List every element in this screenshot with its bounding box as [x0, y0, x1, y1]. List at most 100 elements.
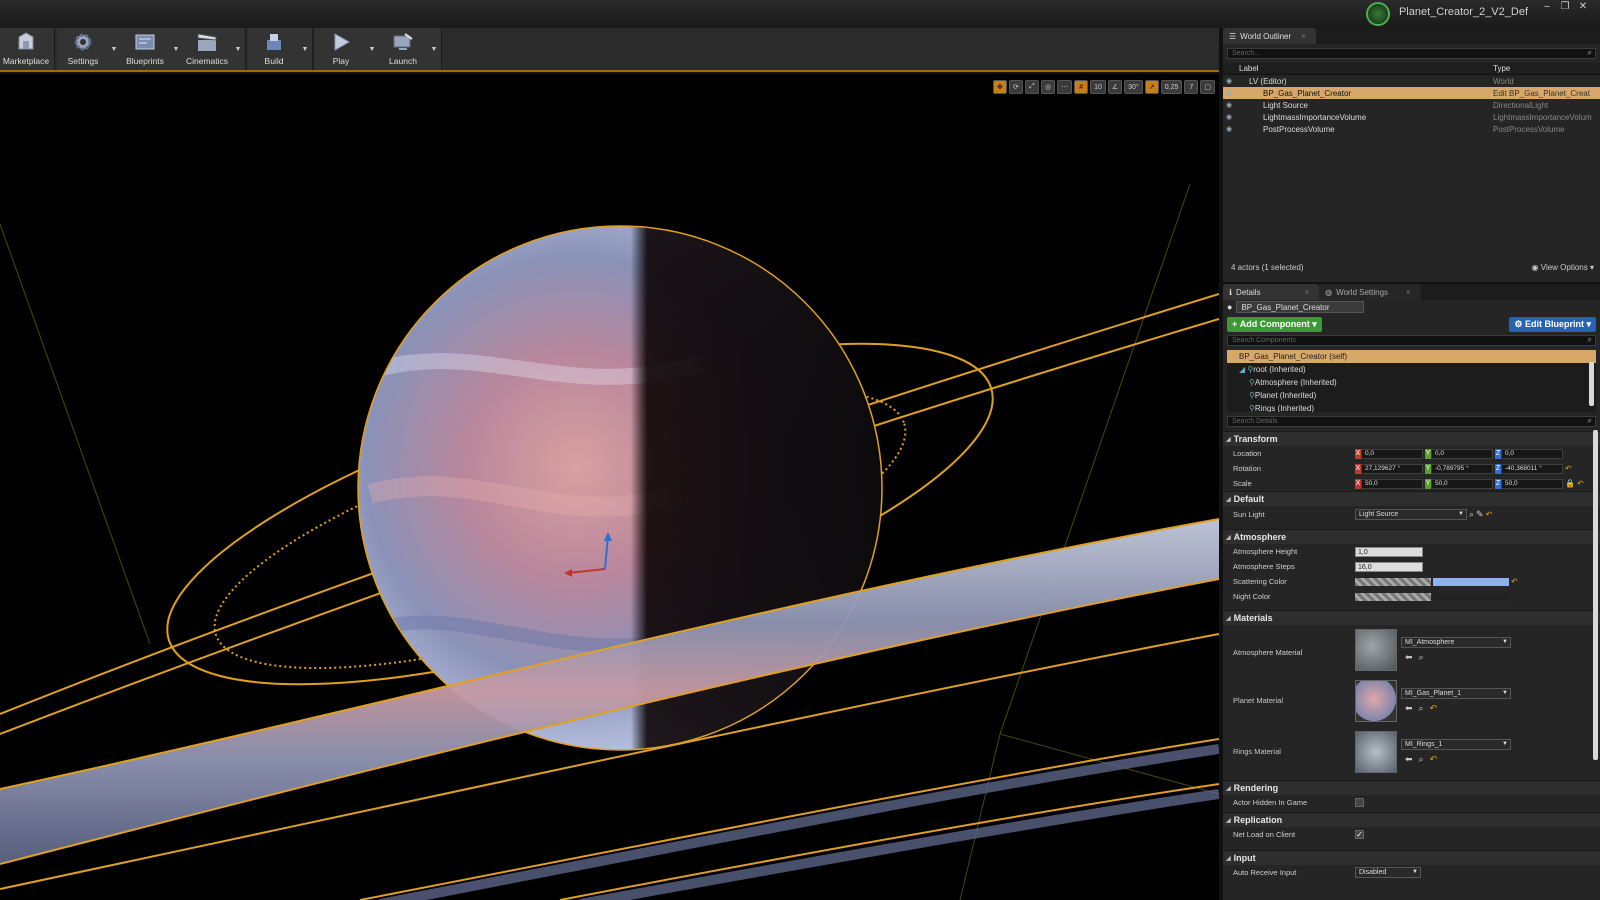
actor-hidden-checkbox[interactable] [1355, 798, 1364, 807]
cinematics-dropdown-icon[interactable]: ▼ [233, 28, 243, 70]
use-selected-arrow-icon[interactable]: ⬅ [1405, 703, 1413, 714]
outliner-search-input[interactable]: Search... ⌕ [1227, 48, 1596, 59]
rotate-mode-icon[interactable]: ⟳ [1008, 80, 1023, 94]
reset-arrow-icon[interactable]: ↶ [1430, 754, 1438, 765]
search-components-input[interactable]: Search Components ⌕ [1227, 335, 1596, 346]
translate-mode-icon[interactable]: ✥ [992, 80, 1007, 94]
night-color-swatch[interactable] [1433, 592, 1509, 601]
play-button[interactable]: Play [315, 28, 367, 70]
default-section-header[interactable]: ◢ Default [1223, 491, 1600, 506]
location-y-field[interactable]: 0,0 [1431, 448, 1493, 459]
component-self-row[interactable]: BP_Gas_Planet_Creator (self) [1227, 350, 1596, 363]
launch-dropdown-icon[interactable]: ▼ [429, 28, 439, 70]
scattering-color-swatch[interactable] [1433, 577, 1509, 586]
night-alpha-swatch[interactable] [1355, 592, 1431, 601]
launch-button[interactable]: Launch [377, 28, 429, 70]
column-label-header[interactable]: Label [1235, 64, 1493, 73]
visibility-eye-icon[interactable]: ◉ [1223, 89, 1235, 97]
visibility-eye-icon[interactable]: ◉ [1223, 101, 1235, 109]
edit-blueprint-button[interactable]: ⚙ Edit Blueprint ▾ [1509, 316, 1596, 332]
play-dropdown-icon[interactable]: ▼ [367, 28, 377, 70]
browse-icon[interactable]: ⌕ [1419, 703, 1424, 714]
viewport-scene[interactable] [0, 74, 1219, 900]
scattering-alpha-swatch[interactable] [1355, 577, 1431, 586]
close-icon[interactable]: ✕ [1576, 2, 1590, 12]
outliner-row[interactable]: ◉ LightmassImportanceVolume LightmassImp… [1223, 111, 1600, 123]
use-selected-arrow-icon[interactable]: ⬅ [1405, 652, 1413, 663]
transform-section-header[interactable]: ◢ Transform [1223, 431, 1600, 446]
atmosphere-material-dropdown[interactable]: MI_Atmosphere ▼ [1401, 637, 1511, 648]
location-x-field[interactable]: 0,0 [1361, 448, 1423, 459]
lock-icon[interactable]: 🔒 [1565, 479, 1575, 488]
rotation-label[interactable]: Rotation [1233, 464, 1261, 473]
visibility-eye-icon[interactable]: ◉ [1223, 113, 1235, 121]
details-scrollbar[interactable] [1593, 430, 1598, 760]
cinematics-button[interactable]: Cinematics [181, 28, 233, 70]
scale-label[interactable]: Scale [1233, 479, 1252, 488]
atmosphere-height-field[interactable]: 1,0 [1355, 546, 1423, 557]
settings-button[interactable]: Settings [57, 28, 109, 70]
planet-material-dropdown[interactable]: MI_Gas_Planet_1 ▼ [1401, 688, 1511, 699]
scale-snap-icon[interactable]: ↗ [1144, 80, 1159, 94]
rotation-snap-icon[interactable]: ∠ [1107, 80, 1123, 94]
night-color-label[interactable]: Night Color [1233, 592, 1271, 601]
build-button[interactable]: Build [248, 28, 300, 70]
scale-snap-value[interactable]: 0,25 [1160, 80, 1183, 94]
planet-material-thumbnail[interactable] [1355, 680, 1397, 722]
camera-speed-value[interactable]: 7 [1184, 80, 1199, 94]
grid-snap-value[interactable]: 10 [1090, 80, 1106, 94]
tab-world-outliner[interactable]: ☰ World Outliner × [1223, 28, 1316, 44]
rings-material-thumbnail[interactable] [1355, 731, 1397, 773]
location-label[interactable]: Location [1233, 449, 1261, 458]
auto-receive-dropdown[interactable]: Disabled ▼ [1355, 867, 1421, 878]
close-tab-icon[interactable]: × [1301, 32, 1306, 41]
column-type-header[interactable]: Type [1493, 64, 1510, 73]
actor-name-field[interactable]: BP_Gas_Planet_Creator [1236, 301, 1365, 313]
blueprints-dropdown-icon[interactable]: ▼ [171, 28, 181, 70]
picker-icon[interactable]: ✎ [1476, 509, 1484, 520]
visibility-eye-icon[interactable]: ◉ [1223, 77, 1235, 85]
outliner-row[interactable]: ◉ PostProcessVolume PostProcessVolume [1223, 123, 1600, 135]
world-local-icon[interactable]: ◎ [1040, 80, 1056, 94]
maximize-icon[interactable]: ❐ [1558, 2, 1572, 12]
reset-arrow-icon[interactable]: ↶ [1577, 479, 1584, 488]
build-dropdown-icon[interactable]: ▼ [300, 28, 310, 70]
visibility-eye-icon[interactable]: ◉ [1223, 125, 1235, 133]
search-details-input[interactable]: Search Details ⌕ [1227, 416, 1596, 427]
scattering-color-label[interactable]: Scattering Color [1233, 577, 1287, 586]
rotation-snap-value[interactable]: 30° [1124, 80, 1143, 94]
blueprints-button[interactable]: Blueprints [119, 28, 171, 70]
scale-y-field[interactable]: 50,0 [1431, 478, 1493, 489]
component-row[interactable]: ⚲ Planet (Inherited) [1227, 389, 1596, 402]
scale-mode-icon[interactable]: ⤢ [1024, 80, 1039, 94]
reset-arrow-icon[interactable]: ↶ [1430, 703, 1438, 714]
outliner-row-type[interactable]: Edit BP_Gas_Planet_Creat [1493, 89, 1593, 98]
net-load-checkbox[interactable]: ✓ [1355, 830, 1364, 839]
atmosphere-material-thumbnail[interactable] [1355, 629, 1397, 671]
rings-material-dropdown[interactable]: MI_Rings_1 ▼ [1401, 739, 1511, 750]
materials-section-header[interactable]: ◢ Materials [1223, 610, 1600, 625]
rotation-z-field[interactable]: -40,368011 ° [1501, 463, 1563, 474]
outliner-row-selected[interactable]: ◉ BP_Gas_Planet_Creator Edit BP_Gas_Plan… [1223, 87, 1600, 99]
location-z-field[interactable]: 0,0 [1501, 448, 1563, 459]
add-component-button[interactable]: + Add Component ▾ [1227, 316, 1322, 332]
tab-world-settings[interactable]: ◍ World Settings × [1319, 284, 1421, 300]
reset-arrow-icon[interactable]: ↶ [1511, 577, 1518, 586]
close-tab-icon[interactable]: × [1305, 288, 1310, 297]
input-section-header[interactable]: ◢ Input [1223, 850, 1600, 865]
component-row[interactable]: ◢ ⚲ root (Inherited) [1227, 363, 1596, 376]
level-viewport[interactable]: ✥ ⟳ ⤢ ◎ ⋯ # 10 ∠ 30° ↗ 0,25 7 ▢ [0, 74, 1219, 900]
atmosphere-section-header[interactable]: ◢ Atmosphere [1223, 529, 1600, 544]
outliner-row[interactable]: ◉ LV (Editor) World [1223, 75, 1600, 87]
outliner-row[interactable]: ◉ Light Source DirectionalLight [1223, 99, 1600, 111]
browse-icon[interactable]: ⌕ [1469, 509, 1474, 520]
atmosphere-steps-field[interactable]: 16,0 [1355, 561, 1423, 572]
component-row[interactable]: ⚲ Rings (Inherited) [1227, 402, 1596, 412]
close-tab-icon[interactable]: × [1406, 288, 1411, 297]
browse-icon[interactable]: ⌕ [1419, 652, 1424, 663]
surface-snap-icon[interactable]: ⋯ [1057, 80, 1073, 94]
tab-details[interactable]: ℹ Details × [1223, 284, 1320, 300]
maximize-viewport-icon[interactable]: ▢ [1200, 80, 1215, 94]
rendering-section-header[interactable]: ◢ Rendering [1223, 780, 1600, 795]
components-scrollbar[interactable] [1589, 362, 1594, 406]
